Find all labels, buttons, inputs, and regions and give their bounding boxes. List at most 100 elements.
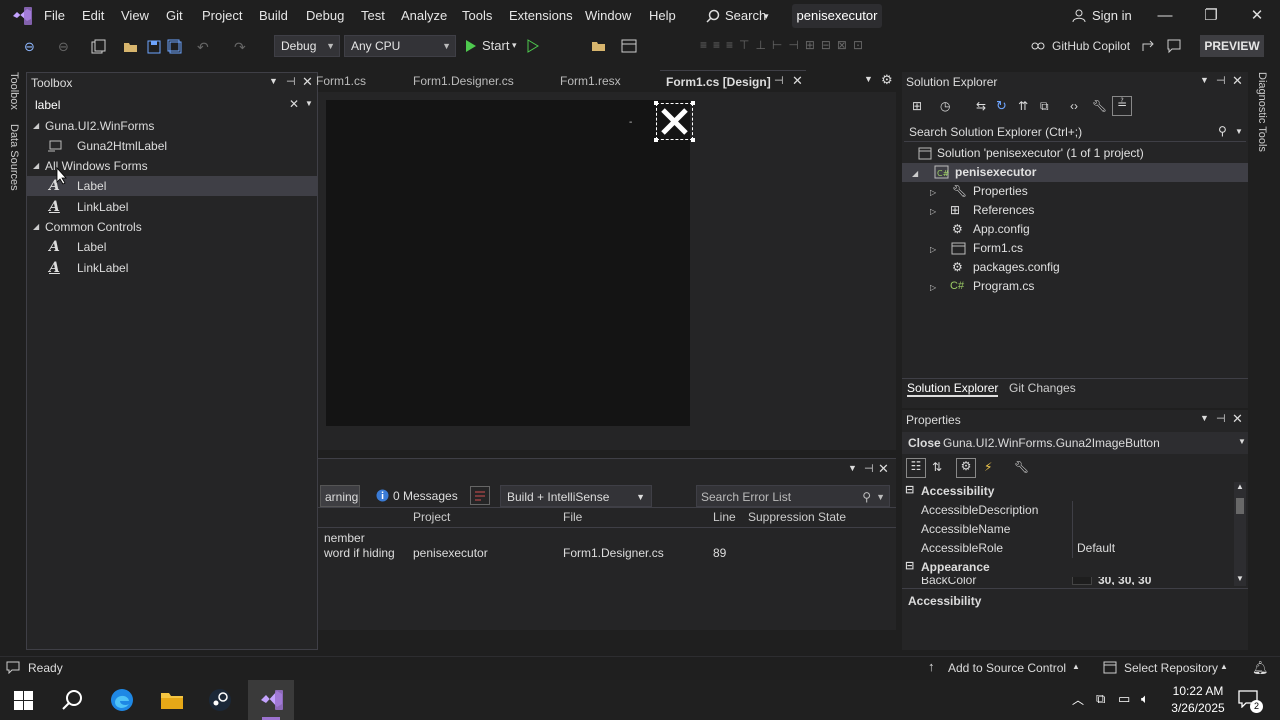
close-icon[interactable]: ✕ xyxy=(302,74,313,90)
selection-handle[interactable] xyxy=(654,101,658,105)
collapse-all-icon[interactable]: ⇈ xyxy=(1018,99,1028,113)
undo-icon[interactable]: ↶ xyxy=(197,39,213,55)
toolbox-item-label[interactable]: A Label xyxy=(27,237,317,257)
menu-project[interactable]: Project xyxy=(202,8,242,23)
toolbox-side-tab[interactable]: Toolbox xyxy=(8,72,20,110)
notifications-bell-icon[interactable]: 🔔︎ xyxy=(1252,660,1269,676)
vs-logo-icon[interactable] xyxy=(12,7,32,25)
property-value[interactable] xyxy=(1072,520,1234,539)
preview-button[interactable]: PREVIEW xyxy=(1200,35,1264,57)
settings-gear-icon[interactable]: ⚙ xyxy=(881,72,893,88)
toolbox-group-common-controls[interactable]: ◢ Common Controls xyxy=(27,217,317,237)
start-chevron-icon[interactable]: ▾ xyxy=(512,40,517,51)
tree-item-app-config[interactable]: ⚙ App.config xyxy=(902,220,1248,239)
menu-extensions[interactable]: Extensions xyxy=(509,8,573,23)
menu-edit[interactable]: Edit xyxy=(82,8,104,23)
tab-git-changes[interactable]: Git Changes xyxy=(1009,381,1076,395)
network-icon[interactable]: ▭ xyxy=(1118,691,1130,707)
clock-time[interactable]: 10:22 AM xyxy=(1170,684,1226,698)
close-icon[interactable]: ✕ xyxy=(1232,73,1243,89)
share-icon[interactable] xyxy=(1140,38,1156,54)
chevron-down-icon[interactable]: ▼ xyxy=(1235,127,1243,136)
sign-in-link[interactable]: Sign in xyxy=(1092,8,1132,23)
toolbox-item-linklabel[interactable]: A LinkLabel xyxy=(27,258,317,278)
property-row[interactable]: AccessibleDescription xyxy=(902,501,1234,520)
search-options-icon[interactable]: ▼ xyxy=(305,99,313,108)
tree-item-packages-config[interactable]: ⚙ packages.config xyxy=(902,258,1248,277)
refresh-icon[interactable]: ↻ xyxy=(996,98,1007,114)
menu-search[interactable]: Search xyxy=(725,8,766,23)
select-repository-button[interactable]: Select Repository xyxy=(1124,661,1218,675)
tree-item-program-cs[interactable]: ▷ C# Program.cs xyxy=(902,277,1248,296)
open-in-explorer-icon[interactable] xyxy=(591,38,607,54)
property-category-accessibility[interactable]: ⊟ Accessibility xyxy=(902,482,1234,501)
toolbox-group-guna[interactable]: ◢ Guna.UI2.WinForms xyxy=(27,116,317,136)
solution-explorer-search-input[interactable]: Search Solution Explorer (Ctrl+;) xyxy=(904,122,1246,142)
toolbox-item-label[interactable]: A Label xyxy=(27,176,317,196)
pending-changes-icon[interactable]: ⇆ xyxy=(976,99,986,113)
tree-item-references[interactable]: ▷ ⊞ References xyxy=(902,201,1248,220)
history-icon[interactable]: ◷ xyxy=(940,99,950,113)
property-value[interactable]: Default xyxy=(1072,539,1234,558)
column-header-line[interactable]: Line xyxy=(713,510,736,524)
pin-icon[interactable]: ⊣ xyxy=(286,75,296,88)
scroll-down-icon[interactable]: ▼ xyxy=(1236,574,1244,583)
menu-tools[interactable]: Tools xyxy=(462,8,492,23)
pin-icon[interactable]: ⊣ xyxy=(1216,74,1226,87)
property-value[interactable] xyxy=(1072,501,1234,520)
preview-selected-icon[interactable]: ≟ xyxy=(1112,96,1132,116)
tab-form1-cs[interactable]: Form1.cs xyxy=(316,70,372,92)
tab-close-icon[interactable]: ✕ xyxy=(792,73,803,89)
panel-menu-icon[interactable]: ▼ xyxy=(1200,75,1209,85)
error-list-search-input[interactable]: Search Error List ⚲ ▼ xyxy=(696,485,890,507)
new-project-icon[interactable] xyxy=(90,39,106,55)
start-button[interactable]: Start xyxy=(482,38,509,53)
scrollbar-thumb[interactable] xyxy=(1236,498,1244,514)
form1-canvas[interactable] xyxy=(326,100,690,426)
toolbox-item-linklabel[interactable]: A LinkLabel xyxy=(27,197,317,217)
restore-icon[interactable]: ❐ xyxy=(1188,0,1234,32)
categorized-icon[interactable]: ☷ xyxy=(906,458,926,478)
menu-debug[interactable]: Debug xyxy=(306,8,344,23)
chevron-down-icon[interactable]: ▼ xyxy=(876,486,885,508)
events-icon[interactable]: ⚡ xyxy=(984,460,992,474)
properties-scrollbar[interactable]: ▲ ▼ xyxy=(1234,482,1246,586)
show-all-files-icon[interactable]: ⧉ xyxy=(1040,99,1049,114)
menu-file[interactable]: File xyxy=(44,8,65,23)
scroll-up-icon[interactable]: ▲ xyxy=(1236,482,1244,491)
close-icon[interactable]: ✕ xyxy=(878,461,889,477)
tab-form1-resx[interactable]: Form1.resx xyxy=(554,70,627,92)
object-selector[interactable]: Close Guna.UI2.WinForms.Guna2ImageButton… xyxy=(902,432,1248,454)
pin-icon[interactable]: ⊣ xyxy=(864,462,874,475)
column-header-file[interactable]: File xyxy=(563,510,582,524)
column-header-suppression[interactable]: Suppression State xyxy=(748,510,846,524)
navigate-back-icon[interactable]: ⊖ xyxy=(24,39,40,55)
tab-pin-icon[interactable]: ⊣ xyxy=(774,74,784,87)
navigate-forward-icon[interactable]: ⊖ xyxy=(58,39,74,55)
chevron-up-icon[interactable]: ▲ xyxy=(1220,662,1228,671)
sign-in-icon[interactable] xyxy=(1072,9,1086,23)
tree-solution-node[interactable]: Solution 'penisexecutor' (1 of 1 project… xyxy=(902,144,1248,163)
menu-build[interactable]: Build xyxy=(259,8,288,23)
feedback-icon[interactable] xyxy=(1166,38,1182,54)
visual-studio-taskbar-button[interactable] xyxy=(248,680,294,720)
clear-search-icon[interactable]: ✕ xyxy=(289,97,299,111)
tab-form1-designer-cs[interactable]: Form1.Designer.cs xyxy=(407,70,520,92)
menu-git[interactable]: Git xyxy=(166,8,183,23)
menu-help[interactable]: Help xyxy=(649,8,676,23)
chevron-up-icon[interactable]: ▲ xyxy=(1072,662,1080,671)
menu-window[interactable]: Window xyxy=(585,8,631,23)
steam-icon[interactable] xyxy=(208,688,232,712)
property-row[interactable]: AccessibleRole Default xyxy=(902,539,1234,558)
start-play-icon[interactable] xyxy=(465,39,477,53)
menu-test[interactable]: Test xyxy=(361,8,385,23)
config-select[interactable]: Debug ▼ xyxy=(274,35,340,57)
open-folder-icon[interactable] xyxy=(123,39,139,55)
close-icon[interactable]: ✕ xyxy=(1232,411,1243,427)
redo-icon[interactable]: ↷ xyxy=(234,39,250,55)
panel-menu-icon[interactable]: ▼ xyxy=(269,76,278,86)
close-window-icon[interactable]: ✕ xyxy=(1234,0,1280,32)
property-pages-icon[interactable]: 🔧︎ xyxy=(1014,460,1029,474)
view-code-icon[interactable]: ‹› xyxy=(1070,99,1078,113)
tab-solution-explorer[interactable]: Solution Explorer xyxy=(907,381,999,397)
